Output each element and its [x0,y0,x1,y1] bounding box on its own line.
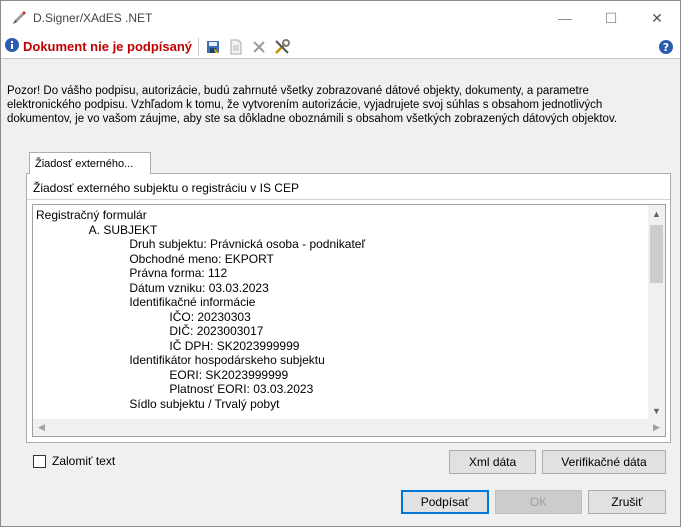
window-controls: — ☐ ✕ [542,1,680,35]
svg-text:?: ? [663,41,669,54]
info-icon [4,37,20,56]
toolbar-separator [198,37,200,56]
content-line: Identifikátor hospodárskeho subjektu [36,353,325,367]
content-line: Sídlo subjektu / Trvalý pobyt [36,396,280,411]
ok-button[interactable]: OK [495,490,582,514]
maximize-button[interactable]: ☐ [588,1,634,35]
sign-button[interactable]: Podpísať [401,490,489,514]
wrap-text-option[interactable]: Zalomiť text [33,454,115,468]
delete-icon[interactable] [249,37,269,57]
document-content-textbox[interactable]: Registračný formulár A. SUBJEKT Druh sub… [32,204,666,437]
warning-line: elektronického podpisu. Vzhľadom k tomu,… [7,99,603,111]
content-line: IČ DPH: SK2023999999 [36,338,300,353]
content-line: DIČ: 2023003017 [36,324,264,338]
toolbar: Dokument nie je podpísaný ? [1,35,680,59]
xml-data-button[interactable]: Xml dáta [449,450,536,474]
tab-ziadost[interactable]: Žiadosť externého... [29,152,151,174]
content-line: Registračný formulár [36,208,147,222]
status-text: Dokument nie je podpísaný [23,39,193,54]
content-line: EORI: SK2023999999 [36,367,289,382]
vertical-scrollbar[interactable]: ▲ ▼ [648,205,665,419]
wrap-text-label: Zalomiť text [52,454,116,468]
minimize-button[interactable]: — [542,1,588,35]
signature-status: Dokument nie je podpísaný [4,37,192,56]
content-line: IČO: 20230303 [36,309,251,324]
scroll-up-icon[interactable]: ▲ [648,205,665,222]
wrap-text-checkbox[interactable] [33,454,46,468]
scroll-right-icon[interactable]: ▶ [648,419,665,436]
close-button[interactable]: ✕ [634,1,680,35]
content-line: Platnosť EORI: 03.03.2023 [36,382,314,396]
content-line: Obchodné meno: EKPORT [36,251,274,266]
help-icon[interactable]: ? [656,37,676,57]
content-line: Druh subjektu: Právnická osoba - podnika… [36,237,365,251]
horizontal-scrollbar[interactable]: ◀ ▶ [33,419,665,436]
verification-data-button[interactable]: Verifikačné dáta [542,450,666,474]
warning-text: Pozor! Do vášho podpisu, autorizácie, bu… [7,84,675,126]
tools-icon[interactable] [272,37,292,57]
tab-panel: Žiadosť externého subjektu o registráciu… [26,173,671,443]
content-line: A. SUBJEKT [36,222,158,237]
panel-divider [27,199,670,200]
pen-icon [11,10,27,26]
dsigner-window: D.Signer/XAdES .NET — ☐ ✕ Dokument nie j… [0,0,681,527]
scroll-down-icon[interactable]: ▼ [648,402,665,419]
content-line: Právna forma: 112 [36,266,228,280]
content-line: Identifikačné informácie [36,295,256,309]
warning-line: Pozor! Do vášho podpisu, autorizácie, bu… [7,85,589,97]
window-title: D.Signer/XAdES .NET [33,11,153,25]
scroll-left-icon[interactable]: ◀ [33,419,50,436]
document-icon[interactable] [226,37,246,57]
title-bar[interactable]: D.Signer/XAdES .NET — ☐ ✕ [1,1,680,35]
scroll-thumb[interactable] [650,225,663,283]
warning-line: dokumentov, je vo vašom záujme, aby ste … [7,113,618,125]
document-content: Registračný formulár A. SUBJEKT Druh sub… [36,208,644,411]
cancel-button[interactable]: Zrušiť [588,490,666,514]
save-disk-icon[interactable] [203,37,223,57]
content-line: Dátum vzniku: 03.03.2023 [36,280,269,295]
document-title: Žiadosť externého subjektu o registráciu… [33,181,299,195]
